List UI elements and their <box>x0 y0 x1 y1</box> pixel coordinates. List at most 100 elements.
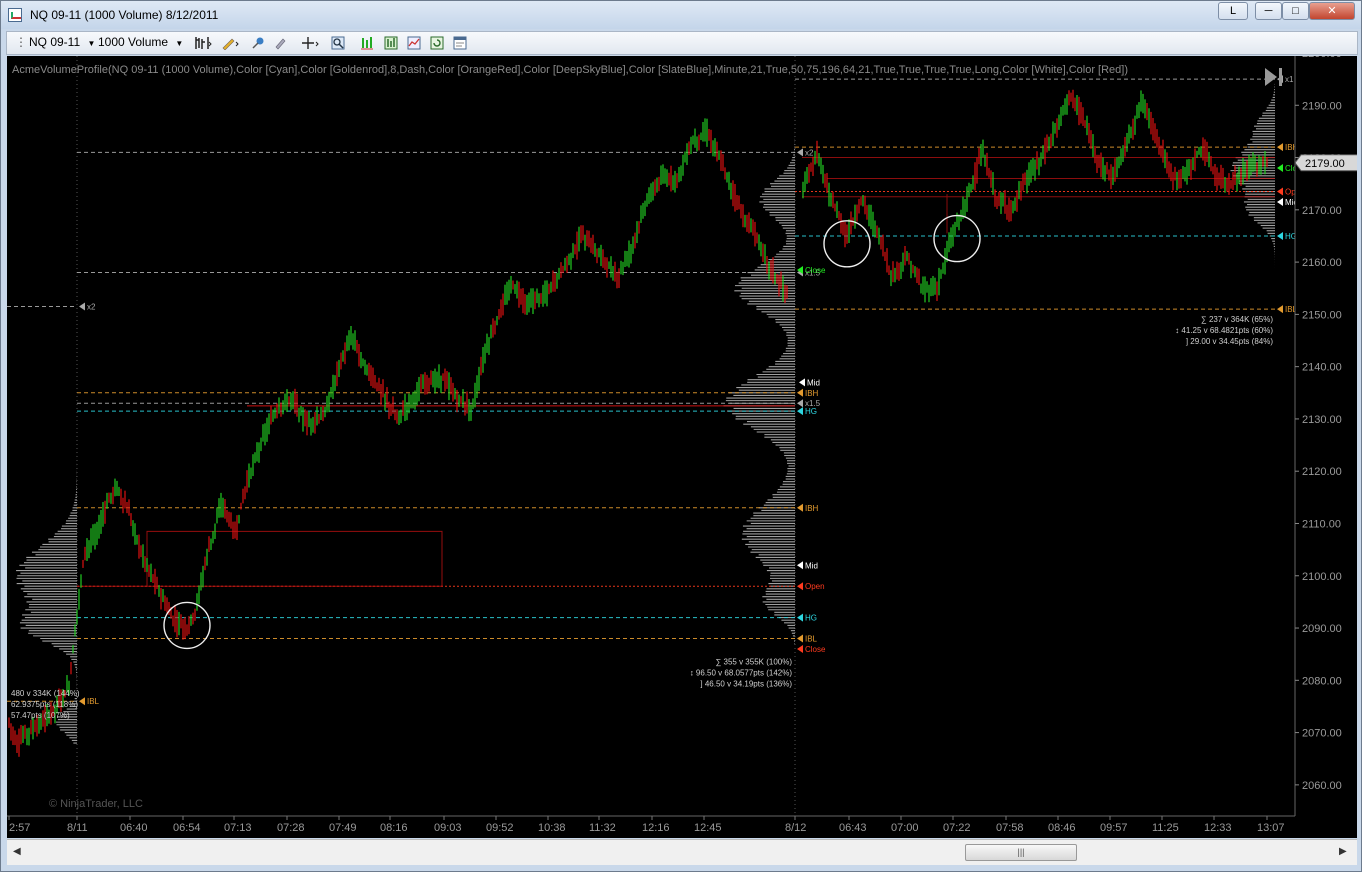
level-marker <box>1277 305 1283 314</box>
x-tick-label: 08:46 <box>1048 822 1076 834</box>
refresh-icon[interactable] <box>430 36 444 50</box>
time-axis: 2:57 8/11 06:40 06:54 07:13 07:28 07:49 08:16 09… <box>7 815 1295 834</box>
chart-style-icon[interactable] <box>407 36 421 50</box>
scroll-to-end-icon[interactable] <box>1265 68 1282 86</box>
x-tick-label: 2:57 <box>9 822 30 834</box>
price-bars <box>8 89 1268 757</box>
toolbar-grip-icon: ⋮ <box>15 35 27 49</box>
stats-line: ] 29.00 v 34.45pts (84%) <box>1186 337 1274 346</box>
profile-day2 <box>723 130 795 645</box>
x-tick-label: 11:32 <box>589 822 616 834</box>
level-marker <box>1277 231 1283 240</box>
crosshair-icon[interactable] <box>301 36 319 50</box>
chart-grid <box>76 56 796 814</box>
stats-block: 480 v 334K (144%) 62.9375pts (118%) 57.47p… <box>11 689 80 720</box>
level-label: HG <box>805 614 817 623</box>
bar-type-icon[interactable] <box>194 36 212 50</box>
chart-app-icon <box>8 8 22 22</box>
x-tick-label: 07:49 <box>329 822 357 834</box>
y-tick-label: 2130.00 <box>1302 414 1342 426</box>
stats-line: 480 v 334K (144%) <box>11 689 80 698</box>
x-tick-label: 09:03 <box>434 822 462 834</box>
period-selector[interactable]: 1000 Volume ▼ <box>98 35 183 49</box>
x-tick-label: 07:13 <box>224 822 252 834</box>
x-tick-label: 08:16 <box>380 822 408 834</box>
level-marker <box>1277 187 1283 196</box>
chart-panel[interactable]: x1.5 HG IBH Mid Close IBL x2 x2 x1.5 Close Mid IBH O… <box>7 48 1360 838</box>
instrument-label: NQ 09-11 <box>29 35 81 49</box>
y-tick-label: 2190.00 <box>1302 100 1342 112</box>
level-marker <box>797 407 803 416</box>
level-marker <box>797 399 803 408</box>
scrollbar-thumb[interactable]: ||| <box>965 844 1077 861</box>
y-tick-label: 2080.00 <box>1302 675 1342 687</box>
stats-line: 57.47pts (107%) <box>11 711 70 720</box>
current-price-label: 2179.00 <box>1305 158 1345 170</box>
pencil-draw-icon[interactable] <box>221 36 239 50</box>
close-button[interactable]: ✕ <box>1309 2 1355 20</box>
stats-line: ∑ 237 v 364K (65%) <box>1201 315 1273 324</box>
indicator-label: AcmeVolumeProfile(NQ 09-11 (1000 Volume)… <box>12 64 1128 76</box>
x-tick-label: 12:33 <box>1204 822 1232 834</box>
level-label: Close <box>805 266 826 275</box>
x-tick-label: 12:16 <box>642 822 670 834</box>
minimize-button[interactable]: ─ <box>1255 2 1282 20</box>
level-marker <box>797 613 803 622</box>
level-marker <box>79 302 85 311</box>
maximize-button[interactable]: □ <box>1282 2 1309 20</box>
y-tick-label: 2160.00 <box>1302 257 1342 269</box>
y-tick-label: 2150.00 <box>1302 309 1342 321</box>
bar-chart-icon[interactable] <box>360 36 374 50</box>
x-tick-label: 12:45 <box>694 822 722 834</box>
level-marker <box>79 697 85 706</box>
range-line <box>77 530 443 587</box>
period-label: 1000 Volume <box>98 35 169 49</box>
y-tick-label: 2090.00 <box>1302 623 1342 635</box>
pin-icon[interactable] <box>251 36 265 50</box>
level-label: x2 <box>87 303 96 312</box>
properties-icon[interactable] <box>453 36 467 50</box>
stats-line: ] 46.50 v 34.19pts (136%) <box>700 680 792 689</box>
axis-background <box>1295 56 1357 838</box>
x-tick-label: 8/11 <box>67 822 88 834</box>
chevron-down-icon: ▼ <box>87 39 96 48</box>
level-marker <box>797 388 803 397</box>
zoom-icon[interactable] <box>331 36 345 50</box>
price-chart[interactable]: x1.5HGIBHMidCloseIBLx2x2x1.5CloseMidIBHO… <box>7 48 1360 838</box>
level-marker <box>1277 164 1283 173</box>
scroll-right-arrow-icon[interactable]: ▶ <box>1339 846 1347 857</box>
level-marker <box>797 561 803 570</box>
instrument-selector[interactable]: NQ 09-11 ▼ <box>29 35 95 49</box>
level-label: HG <box>805 407 817 416</box>
level-marker <box>797 634 803 643</box>
level-marker <box>1277 143 1283 152</box>
price-axis: 2060.00 2070.00 2080.00 2090.00 2100.00 2110.… <box>1294 48 1360 838</box>
y-tick-label: 2060.00 <box>1302 780 1342 792</box>
window-title: NQ 09-11 (1000 Volume) 8/12/2011 <box>30 8 219 22</box>
x-tick-label: 09:57 <box>1100 822 1128 834</box>
x-tick-label: 07:28 <box>277 822 305 834</box>
level-label: IBH <box>805 504 819 513</box>
stats-line: ↕ 96.50 v 68.0577pts (142%) <box>690 669 793 678</box>
stats-line: ∑ 355 v 355K (100%) <box>716 658 793 667</box>
level-marker <box>797 582 803 591</box>
eraser-icon[interactable] <box>273 36 287 50</box>
x-tick-label: 06:54 <box>173 822 201 834</box>
x-tick-label: 11:25 <box>1152 822 1179 834</box>
x-tick-label: 06:43 <box>839 822 867 834</box>
level-label: Mid <box>807 378 820 387</box>
title-bar[interactable]: NQ 09-11 (1000 Volume) 8/12/2011 L ─ □ ✕ <box>1 1 1361 29</box>
x-tick-label: 10:38 <box>538 822 566 834</box>
x-tick-label: 07:00 <box>891 822 919 834</box>
app-window: NQ 09-11 (1000 Volume) 8/12/2011 L ─ □ ✕… <box>0 0 1362 872</box>
scroll-left-arrow-icon[interactable]: ◀ <box>13 846 21 857</box>
level-marker <box>799 378 805 387</box>
data-box-icon[interactable] <box>384 36 398 50</box>
y-tick-label: 2120.00 <box>1302 466 1342 478</box>
level-label: Close <box>805 645 826 654</box>
l-button[interactable]: L <box>1218 2 1248 20</box>
level-marker <box>797 503 803 512</box>
horizontal-scrollbar[interactable]: ◀ ||| ▶ <box>7 839 1357 865</box>
x-tick-label: 13:07 <box>1257 822 1285 834</box>
x-tick-label: 06:40 <box>120 822 148 834</box>
